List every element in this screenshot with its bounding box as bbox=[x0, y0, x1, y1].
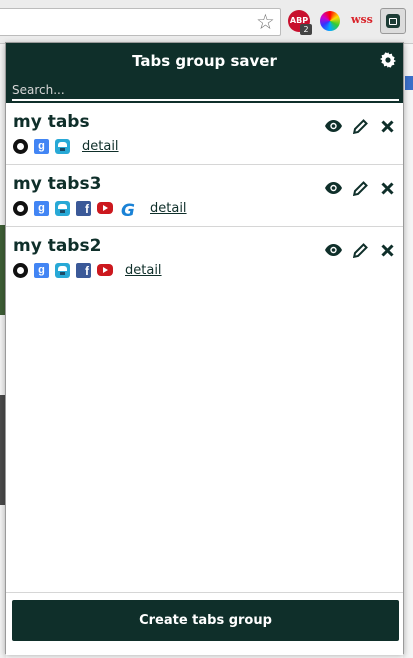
tab-groups-list: my tabs g detail my tabs3 g f G detail m… bbox=[6, 103, 403, 289]
google-icon: g bbox=[34, 200, 49, 216]
github-icon bbox=[13, 200, 28, 216]
edit-pencil-icon[interactable] bbox=[351, 241, 369, 259]
group-favicons: g f G detail bbox=[13, 199, 187, 221]
edit-pencil-icon[interactable] bbox=[351, 179, 369, 197]
search-input[interactable] bbox=[12, 81, 399, 101]
background-page-right bbox=[403, 44, 413, 658]
g-logo-icon: G bbox=[121, 200, 135, 221]
facebook-icon: f bbox=[76, 262, 91, 278]
background-blue-block bbox=[405, 76, 413, 90]
view-eye-icon[interactable] bbox=[324, 241, 342, 259]
group-name: my tabs2 bbox=[13, 236, 102, 256]
youtube-icon bbox=[97, 264, 113, 276]
group-name: my tabs bbox=[13, 112, 90, 132]
browser-toolbar: ☆ ABP 2 wss bbox=[0, 0, 413, 44]
google-icon: g bbox=[34, 262, 49, 278]
create-tabs-group-button[interactable]: Create tabs group bbox=[12, 600, 399, 641]
github-icon bbox=[13, 138, 28, 154]
settings-gear-icon[interactable] bbox=[380, 52, 396, 73]
group-actions bbox=[315, 179, 396, 197]
facebook-icon: f bbox=[76, 200, 91, 216]
tab-group-item: my tabs2 g f detail bbox=[6, 227, 403, 289]
bookmark-star-icon[interactable]: ☆ bbox=[256, 8, 275, 36]
popup-title: Tabs group saver bbox=[132, 52, 277, 70]
edit-pencil-icon[interactable] bbox=[351, 117, 369, 135]
detail-link[interactable]: detail bbox=[150, 201, 187, 216]
messenger-icon bbox=[55, 262, 70, 278]
detail-link[interactable]: detail bbox=[82, 139, 119, 154]
extension-popup: Tabs group saver my tabs g detail bbox=[5, 42, 404, 655]
group-actions bbox=[315, 117, 396, 135]
popup-footer: Create tabs group bbox=[6, 592, 403, 655]
github-icon bbox=[13, 262, 28, 278]
delete-x-icon[interactable] bbox=[378, 241, 396, 259]
group-name: my tabs3 bbox=[13, 174, 102, 194]
delete-x-icon[interactable] bbox=[378, 179, 396, 197]
group-favicons: g detail bbox=[13, 137, 119, 155]
view-eye-icon[interactable] bbox=[324, 179, 342, 197]
tabs-group-saver-icon bbox=[386, 14, 400, 28]
tab-group-item: my tabs g detail bbox=[6, 103, 403, 165]
wss-extension-icon[interactable]: wss bbox=[351, 13, 373, 26]
adblock-count-badge: 2 bbox=[300, 24, 312, 35]
tab-group-item: my tabs3 g f G detail bbox=[6, 165, 403, 227]
messenger-icon bbox=[55, 138, 70, 154]
youtube-icon bbox=[97, 202, 113, 214]
delete-x-icon[interactable] bbox=[378, 117, 396, 135]
popup-header: Tabs group saver bbox=[6, 43, 403, 103]
tabs-group-saver-extension-button[interactable] bbox=[380, 8, 406, 34]
address-bar[interactable] bbox=[0, 8, 281, 36]
google-icon: g bbox=[34, 138, 49, 154]
view-eye-icon[interactable] bbox=[324, 117, 342, 135]
detail-link[interactable]: detail bbox=[125, 263, 162, 278]
color-picker-extension-icon[interactable] bbox=[320, 11, 340, 31]
messenger-icon bbox=[55, 200, 70, 216]
group-actions bbox=[315, 241, 396, 259]
group-favicons: g f detail bbox=[13, 261, 162, 279]
